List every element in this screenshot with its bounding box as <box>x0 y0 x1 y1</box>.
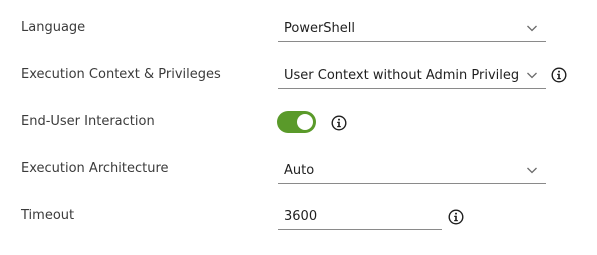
execution-context-select-value: User Context without Admin Privileges <box>284 68 518 83</box>
language-select[interactable]: PowerShell <box>278 16 546 42</box>
info-icon[interactable] <box>551 67 567 83</box>
execution-context-label: Execution Context & Privileges <box>21 67 221 82</box>
language-select-value: PowerShell <box>284 21 356 36</box>
chevron-down-icon <box>527 167 537 174</box>
language-label: Language <box>21 20 86 35</box>
language-row: Language PowerShell <box>0 20 597 67</box>
end-user-interaction-row: End-User Interaction <box>0 111 597 161</box>
execution-context-row: Execution Context & Privileges User Cont… <box>0 67 597 114</box>
timeout-row: Timeout <box>0 204 597 255</box>
execution-context-select[interactable]: User Context without Admin Privileges <box>278 63 546 89</box>
info-icon[interactable] <box>448 209 464 225</box>
execution-architecture-select-value: Auto <box>284 163 315 178</box>
timeout-input[interactable] <box>278 204 442 230</box>
chevron-down-icon <box>527 72 537 79</box>
toggle-knob <box>297 114 313 130</box>
end-user-interaction-toggle[interactable] <box>277 111 316 133</box>
execution-architecture-select[interactable]: Auto <box>278 158 546 184</box>
timeout-label: Timeout <box>21 208 75 223</box>
execution-architecture-label: Execution Architecture <box>21 161 169 176</box>
end-user-interaction-label: End-User Interaction <box>21 114 155 129</box>
execution-architecture-row: Execution Architecture Auto <box>0 161 597 208</box>
chevron-down-icon <box>527 25 537 32</box>
info-icon[interactable] <box>331 115 347 131</box>
